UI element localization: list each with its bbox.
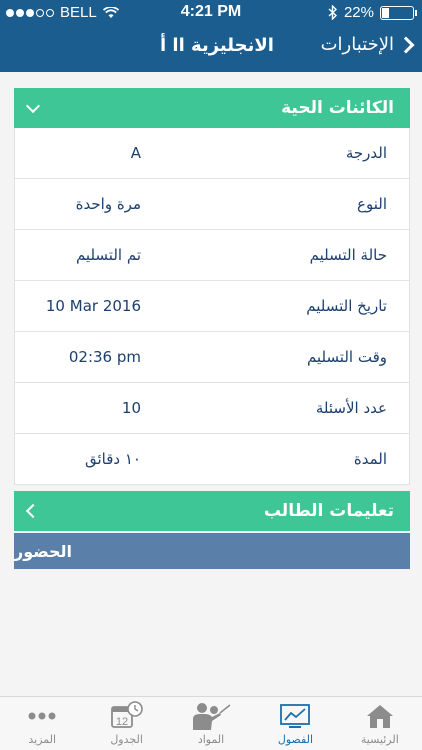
details-list: A الدرجة مرة واحدة النوع تم التسليم حالة…: [14, 128, 410, 485]
instructions-title: تعليمات الطالب: [263, 501, 394, 521]
chart-icon: [280, 704, 311, 728]
more-icon: [28, 712, 56, 720]
detail-label: تاريخ التسليم: [306, 297, 387, 315]
top-bar: BELL 4:21 PM 22% الانجليزية اا أ الإختبا…: [0, 0, 422, 72]
detail-row-type: مرة واحدة النوع: [15, 179, 409, 230]
tab-more[interactable]: المزيد: [0, 697, 84, 750]
detail-row-duration: ١٠ دقائق المدة: [15, 434, 409, 485]
detail-label: وقت التسليم: [306, 348, 387, 366]
chevron-down-icon: [25, 98, 41, 114]
detail-value: 02:36 pm: [68, 348, 141, 366]
chevron-right-icon: [397, 36, 415, 53]
detail-label: الدرجة: [345, 144, 387, 162]
attendance-header[interactable]: الحضور: [14, 533, 410, 569]
tab-home[interactable]: الرئيسية: [338, 697, 422, 750]
tab-label: المواد: [197, 733, 225, 746]
detail-value: 10: [121, 399, 141, 417]
back-label: الإختبارات: [320, 34, 394, 55]
detail-value: مرة واحدة: [75, 195, 141, 213]
detail-label: النوع: [357, 195, 387, 213]
tab-classes[interactable]: الفصول: [253, 697, 337, 750]
tab-subjects[interactable]: المواد: [169, 697, 253, 750]
tab-label: المزيد: [28, 733, 57, 746]
detail-value: تم التسليم: [75, 246, 141, 264]
chevron-left-icon: [25, 503, 41, 519]
tab-label: الرئيسية: [360, 733, 399, 746]
tab-schedule[interactable]: 12 الجدول: [84, 697, 168, 750]
battery-percent: 22%: [343, 4, 374, 21]
tab-label: الجدول: [110, 733, 143, 746]
detail-label: المدة: [353, 450, 387, 468]
detail-row-question-count: 10 عدد الأسئلة: [15, 383, 409, 434]
detail-label: عدد الأسئلة: [315, 399, 387, 417]
detail-row-submission-time: 02:36 pm وقت التسليم: [15, 332, 409, 383]
teacher-icon: [193, 703, 231, 730]
section-title: الكائنات الحية: [281, 98, 394, 118]
details-panel: الكائنات الحية A الدرجة مرة واحدة النوع …: [14, 88, 410, 569]
back-button[interactable]: الإختبارات: [320, 34, 415, 55]
detail-value: 10 Mar 2016: [45, 297, 141, 315]
detail-value: ١٠ دقائق: [85, 450, 141, 468]
detail-value: A: [130, 144, 141, 162]
student-instructions-header[interactable]: تعليمات الطالب: [14, 491, 410, 531]
detail-label: حالة التسليم: [309, 246, 387, 264]
calendar-icon: 12: [110, 701, 143, 728]
tab-label: الفصول: [277, 733, 314, 746]
page-title: الانجليزية اا أ: [160, 35, 274, 56]
nav-bar: الانجليزية اا أ الإختبارات: [0, 26, 422, 72]
bluetooth-icon: [328, 5, 337, 20]
home-icon: [366, 705, 393, 728]
tab-bar: المزيد 12 الجدول المواد الفصول الرئيسية: [0, 696, 422, 750]
battery-icon: [380, 5, 417, 20]
status-bar: BELL 4:21 PM 22%: [0, 0, 422, 26]
detail-row-grade: A الدرجة: [15, 128, 409, 179]
attendance-title: الحضور: [14, 541, 73, 561]
detail-row-submission-status: تم التسليم حالة التسليم: [15, 230, 409, 281]
calendar-day: 12: [115, 716, 127, 728]
section-header[interactable]: الكائنات الحية: [14, 88, 410, 128]
detail-row-submission-date: 10 Mar 2016 تاريخ التسليم: [15, 281, 409, 332]
